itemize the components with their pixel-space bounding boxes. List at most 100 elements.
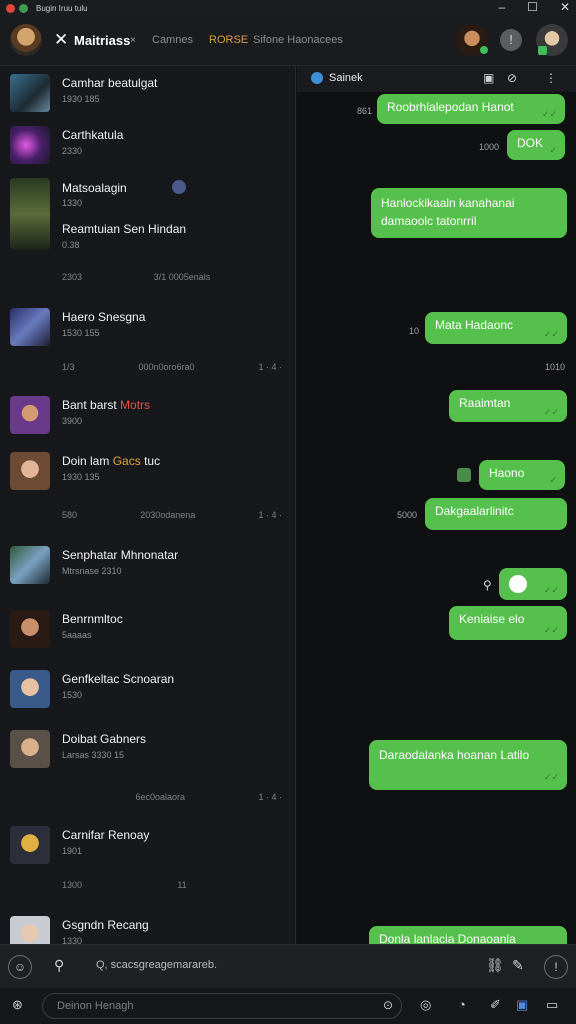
conversation-name: Doin lam Gacs tuc xyxy=(62,454,160,468)
conversation-avatar xyxy=(10,670,50,708)
message-input[interactable]: Q, scacsgreagemarareb. xyxy=(96,959,217,971)
meta-row: 1300 11 xyxy=(62,880,282,890)
meta-right: 1 · 4 · xyxy=(258,792,282,802)
message-bubble[interactable]: Roobrhlalepodan Hanot ✓✓ xyxy=(377,94,565,124)
mic-icon[interactable]: ! xyxy=(544,955,568,979)
message-bubble[interactable]: Mata Hadaonc ✓✓ xyxy=(425,312,567,344)
meta-row: 580 2030odanena 1 · 4 · xyxy=(62,510,282,520)
meta-right: 1 · 4 · xyxy=(258,510,282,520)
message-time: 5000 xyxy=(397,510,418,520)
conversation-name: Reamtuian Sen Hindan xyxy=(62,222,187,236)
conversation-avatar xyxy=(10,126,50,164)
read-check-icon: ✓✓ xyxy=(543,585,559,595)
conversation-name: Genfkeltac Scnoaran xyxy=(62,672,175,686)
conversation-avatar xyxy=(10,610,50,648)
conversation-avatar xyxy=(10,396,50,434)
chat-header-label: Sainek xyxy=(329,72,363,84)
attach-icon[interactable]: ✎ xyxy=(512,957,524,974)
name-text: Doin lam xyxy=(62,454,110,468)
clock-icon[interactable]: ◔ xyxy=(458,997,466,1012)
archive-icon[interactable]: ▣ xyxy=(483,71,494,85)
user-avatar[interactable] xyxy=(10,24,42,56)
message-bubble[interactable]: Dakgaalarlinitc xyxy=(425,498,567,530)
meta-row: 6ec0oalaora 1 · 4 · xyxy=(62,792,282,802)
message-bubble[interactable]: Raaimtan ✓✓ xyxy=(449,390,567,422)
more-icon[interactable]: ⋮ xyxy=(545,71,557,85)
bottom-bar: ⊛ Deinon Henagh ⊙ ◎ ◔ ✐ ▣ ▭ xyxy=(0,988,576,1024)
close-icon[interactable]: ✕ xyxy=(54,30,68,50)
message-text: Hanlockikaaln kanahanai damaoolc tatonrr… xyxy=(381,196,515,228)
message-time: 861 xyxy=(357,106,373,116)
message-bubble[interactable]: Haono ✓ xyxy=(479,460,565,490)
tab-rorse[interactable]: RORSE xyxy=(209,34,248,46)
conversation-avatar xyxy=(10,74,50,112)
link-icon[interactable]: ⛓ xyxy=(486,957,504,974)
mute-icon[interactable]: ⊘ xyxy=(507,71,517,85)
conversation-meta: Mtrsnase 2310 xyxy=(62,566,122,576)
meta-mid: 2030odanena xyxy=(140,510,196,520)
message-time: 1000 xyxy=(479,142,500,152)
message-bubble[interactable]: Keniaise elo ✓✓ xyxy=(449,606,567,640)
conversation-meta: 2330 xyxy=(62,146,83,156)
message-time: 1010 xyxy=(545,362,566,372)
camera-icon[interactable]: ◎ xyxy=(420,997,431,1013)
minimize-icon[interactable]: – xyxy=(498,0,505,14)
conversation-avatar xyxy=(10,826,50,864)
conversation-name: Haero Snesgna xyxy=(62,310,146,324)
meta-mid: 6ec0oalaora xyxy=(135,792,186,802)
conversation-name: Bant barst Motrs xyxy=(62,398,150,412)
conversation-meta: 0.38 xyxy=(62,240,80,250)
bookmark-icon[interactable]: ▣ xyxy=(516,997,528,1013)
name-text: Bant barst xyxy=(62,398,117,412)
maximize-icon[interactable]: ☐ xyxy=(527,0,538,14)
conversation-name: Senphatar Mhnonatar xyxy=(62,548,179,562)
name-tail: tuc xyxy=(144,454,161,468)
status-icon xyxy=(19,3,28,13)
pen-icon[interactable]: ✐ xyxy=(490,997,501,1013)
voice-play-icon[interactable] xyxy=(509,575,527,593)
message-text: DOK xyxy=(517,136,544,150)
message-bubble[interactable]: Donla lanlacia Donaoanla xyxy=(369,926,567,944)
name-highlight: Motrs xyxy=(120,398,151,412)
message-text: Daraodalanka hoanan Latilo xyxy=(379,748,530,762)
close-window-icon[interactable]: ✕ xyxy=(560,0,570,14)
conversation-meta: 1901 xyxy=(62,846,83,856)
title-close-icon[interactable]: × xyxy=(130,35,136,46)
page-title: Maitriass xyxy=(74,33,131,48)
voice-search-icon[interactable]: ⊙ xyxy=(383,998,393,1012)
meta-mid: 3/1 0005enals xyxy=(153,272,211,282)
message-bubble[interactable]: ✓✓ xyxy=(499,568,567,600)
badge-icon xyxy=(538,46,547,55)
conversation-meta: 1530 xyxy=(62,690,83,700)
conversation-list: Camhar beatulgat 1930 185 Carthkatula 23… xyxy=(0,66,296,944)
conversation-name: Doibat Gabners xyxy=(62,732,147,746)
meta-left: 2303 xyxy=(62,272,83,282)
message-text: Raaimtan xyxy=(459,396,511,410)
meta-left: 1/3 xyxy=(62,362,75,372)
search-input[interactable]: Deinon Henagh ⊙ xyxy=(42,993,402,1019)
conversation-name: Matsoalagin xyxy=(62,181,127,195)
tab-camnes[interactable]: Camnes xyxy=(152,34,193,46)
online-indicator xyxy=(480,46,488,54)
meta-mid: 000n0oro6ra0 xyxy=(138,362,195,372)
info-icon[interactable]: ! xyxy=(500,29,522,51)
window-icon[interactable]: ▭ xyxy=(546,997,558,1013)
emoji-icon[interactable]: ☺ xyxy=(8,955,32,979)
paperclip-icon[interactable]: ⚲ xyxy=(54,957,64,974)
read-check-icon: ✓✓ xyxy=(543,625,559,635)
conversation-avatar xyxy=(10,916,50,944)
conversation-name: Camhar beatulgat xyxy=(62,76,158,90)
conversation-name: Carnifar Renoay xyxy=(62,828,150,842)
meta-left: 580 xyxy=(62,510,78,520)
conversation-avatar xyxy=(10,730,50,768)
message-bubble[interactable]: DOK ✓ xyxy=(507,130,565,160)
conversation-meta: Larsas 3330 15 xyxy=(62,750,125,760)
composer-bar: ☺ ⚲ Q, scacsgreagemarareb. ⛓ ✎ ! xyxy=(0,944,576,988)
message-text: Roobrhlalepodan Hanot xyxy=(387,100,514,114)
sticker-icon xyxy=(457,468,471,482)
message-bubble[interactable]: Daraodalanka hoanan Latilo ✓✓ xyxy=(369,740,567,790)
tab-sifone[interactable]: Sifone Haonacees xyxy=(253,34,343,46)
message-bubble[interactable]: Hanlockikaaln kanahanai damaoolc tatonrr… xyxy=(371,188,567,238)
app-header: ✕ Maitriass × Camnes RORSE Sifone Haonac… xyxy=(0,16,576,66)
settings-icon[interactable]: ⊛ xyxy=(12,997,23,1013)
